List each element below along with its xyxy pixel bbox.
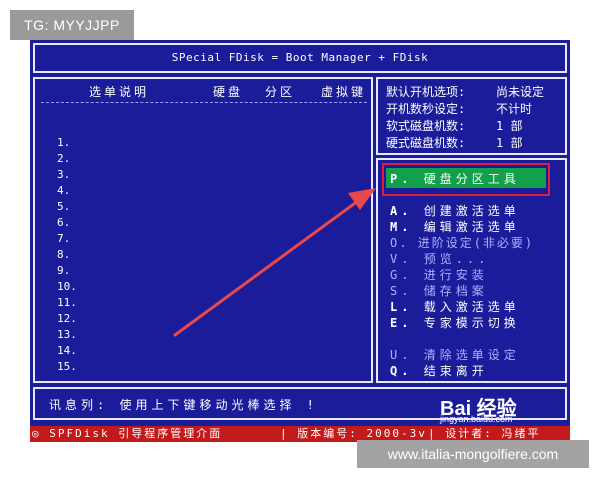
arrow-shaft [173,196,364,337]
watermark-url: jingyan.baidu.com [440,414,513,424]
site-caption: www.italia-mongolfiere.com [357,440,589,468]
